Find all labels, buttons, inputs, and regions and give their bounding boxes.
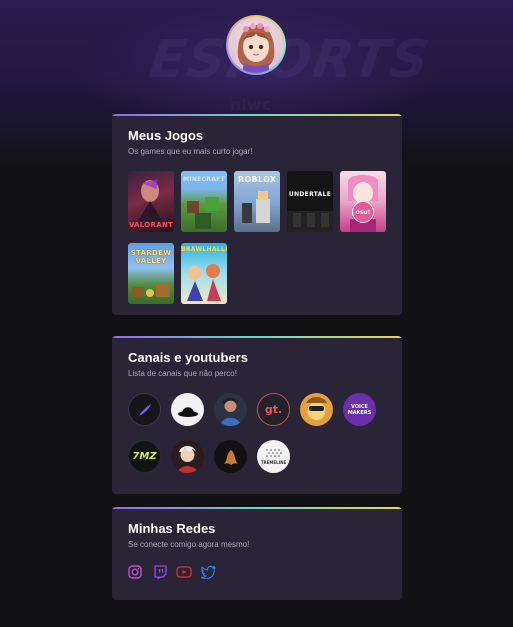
channels-grid: gt. VOICE MAKERS 7MZ TREMELINE (128, 393, 386, 473)
game-label-brawlhalla: BRAWLHALLA (181, 246, 227, 253)
game-minecraft[interactable]: MINECRAFT (181, 171, 227, 232)
anime-girl-avatar-icon (228, 17, 284, 73)
twitter-link[interactable] (200, 565, 217, 581)
channel-3[interactable] (214, 393, 247, 426)
instagram-link[interactable] (128, 565, 144, 581)
channels-card-description: Lista de canais que não perco! (128, 369, 237, 378)
social-card: Minhas Redes Se conecte comigo agora mes… (112, 507, 402, 600)
feather-icon (138, 403, 151, 416)
social-card-title: Minhas Redes (128, 521, 216, 536)
game-roblox[interactable]: ROBLOX (234, 171, 280, 232)
person-icon (220, 397, 241, 426)
channel-8[interactable] (171, 440, 204, 473)
channel-4[interactable]: gt. (257, 393, 290, 426)
game-label-undertale: UNDERTALE (288, 191, 332, 198)
twitch-icon (154, 565, 167, 580)
youtube-link[interactable] (176, 565, 192, 581)
channels-card-title: Canais e youtubers (128, 350, 248, 365)
game-label-roblox: ROBLOX (238, 175, 277, 184)
game-undertale[interactable]: UNDERTALE (287, 171, 333, 232)
dots-logo-icon (265, 449, 282, 457)
page: ESPORTS nlwc Meus Jogos Os games que eu … (0, 0, 513, 627)
games-card: Meus Jogos Os games que eu mais curto jo… (112, 114, 402, 315)
channel-1[interactable] (128, 393, 161, 426)
channel-5[interactable] (300, 393, 333, 426)
gamer-avatar-icon (177, 446, 198, 473)
youtube-icon (176, 566, 192, 578)
channels-card: Canais e youtubers Lista de canais que n… (112, 336, 402, 494)
channel-7[interactable]: 7MZ (128, 440, 161, 473)
twitter-icon (200, 565, 216, 580)
twitch-link[interactable] (153, 565, 169, 581)
game-label-osu: osu! (352, 201, 374, 223)
lizard-icon (223, 449, 238, 465)
hat-icon (177, 406, 198, 417)
channel-10-label: TREMELINE (260, 460, 287, 465)
channel-2[interactable] (171, 393, 204, 426)
game-brawlhalla[interactable]: BRAWLHALLA (181, 243, 227, 304)
game-valorant[interactable]: VALORANT (128, 171, 174, 232)
game-stardew-valley[interactable]: STARDEW VALLEY (128, 243, 174, 304)
game-label-valorant: VALORANT (128, 221, 174, 229)
games-card-title: Meus Jogos (128, 128, 204, 143)
channel-9[interactable] (214, 440, 247, 473)
channel-6[interactable]: VOICE MAKERS (343, 393, 376, 426)
games-card-description: Os games que eu mais curto jogar! (128, 147, 253, 156)
channel-7-label: 7MZ (132, 451, 157, 462)
watermark-sub: nlwc (230, 95, 272, 114)
instagram-icon (128, 565, 142, 579)
game-label-stardew: STARDEW VALLEY (130, 249, 172, 265)
game-osu[interactable]: osu! (340, 171, 386, 232)
channel-4-label: gt. (264, 403, 283, 416)
game-label-minecraft: MINECRAFT (183, 176, 225, 183)
avatar (226, 15, 286, 75)
social-card-description: Se conecte comigo agora mesmo! (128, 540, 250, 549)
channel-6-label: VOICE MAKERS (347, 403, 372, 416)
cartoon-face-icon (306, 397, 327, 420)
channel-10[interactable]: TREMELINE (257, 440, 290, 473)
